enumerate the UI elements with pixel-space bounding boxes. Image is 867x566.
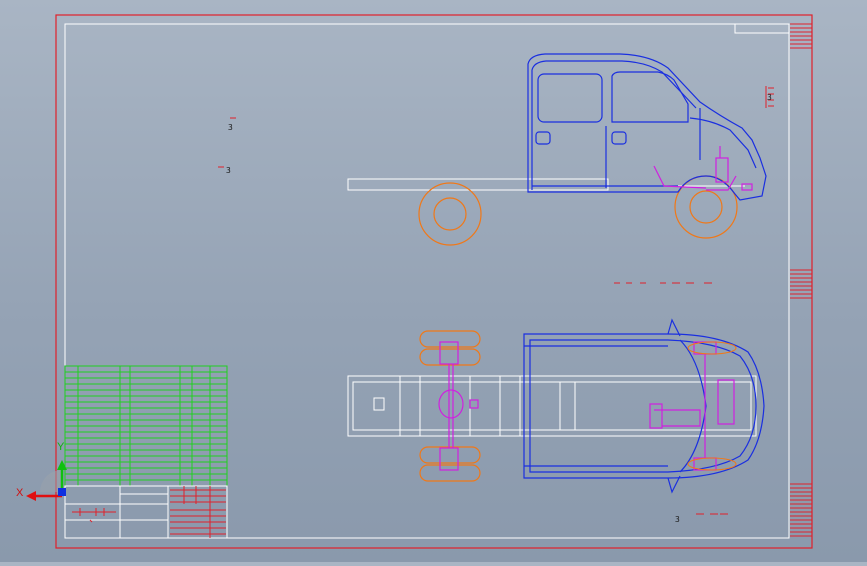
inner-border	[64, 23, 790, 539]
side-rear-wheel	[418, 182, 482, 246]
top-frame	[347, 375, 757, 437]
drawing-viewport[interactable]: 3 3 3 3 X Y	[0, 0, 867, 562]
view-note-d: 3	[767, 93, 772, 102]
top-view[interactable]	[347, 318, 765, 494]
dimension-tick-marks	[218, 86, 774, 515]
axis-y-label: Y	[57, 441, 65, 453]
drawing-sheet[interactable]	[0, 0, 867, 562]
top-rear-axle	[438, 341, 479, 471]
zone-marks-right	[790, 23, 812, 537]
side-cab-body	[527, 53, 767, 201]
top-rear-wheels	[419, 330, 481, 482]
axis-x-label: X	[16, 487, 24, 499]
view-note-b: 3	[226, 166, 231, 175]
parts-list-table	[64, 365, 228, 487]
axis-triad-icon	[26, 460, 67, 501]
view-note-a: 3	[228, 123, 233, 132]
top-front-wheels	[687, 341, 737, 471]
view-note-c: 3	[675, 515, 680, 524]
top-front-suspension	[649, 341, 735, 471]
side-suspension	[653, 146, 753, 191]
corner-tab	[734, 24, 789, 34]
side-view[interactable]	[347, 53, 767, 246]
